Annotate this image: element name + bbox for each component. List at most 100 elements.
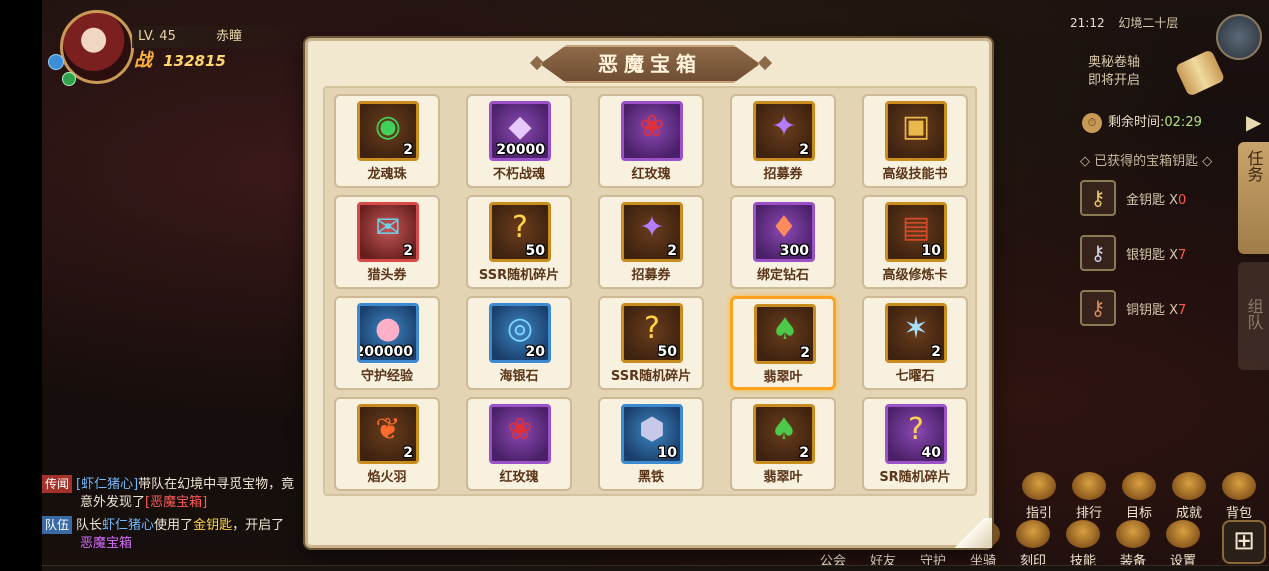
tab-team[interactable]: 组队 [1238,262,1269,370]
flame-feather-icon: ❦ 2 [357,404,419,464]
item-name: 翡翠叶 [763,470,803,485]
main-menu-grid-button[interactable]: ⊞ [1222,520,1266,564]
copper-key-icon: ⚷ [1080,290,1116,326]
clock-icon: ⏱ [1082,112,1102,133]
team-key[interactable]: 金钥匙 [193,518,232,533]
reward-item-cell[interactable]: ❀ 红玫瑰 [466,397,572,491]
keys-title-text: 已获得的宝箱钥匙 [1094,154,1199,169]
status-bar: 21:12 幻境二十层 [1070,14,1178,31]
gold-key-icon: ⚷ [1080,180,1116,216]
power-value: 132815 [163,52,226,70]
item-glyph: ◉ [374,109,402,144]
silver-key-label: 银钥匙 X [1126,248,1179,263]
scroll-note[interactable]: 奥秘卷轴 即将开启 [1088,54,1140,90]
menu-ranking[interactable]: 排行 [1064,472,1114,521]
buff-icon[interactable] [48,54,64,70]
iron-icon: ⬢ 10 [621,404,683,464]
soul-icon: ◆ 20000 [489,101,551,161]
item-glyph: ▤ [901,210,931,245]
player-level-box: LV. 45 赤瞳 [132,26,302,48]
reward-item-cell[interactable]: ✦ 2 招募券 [730,94,836,188]
player-level: LV. 45 [138,29,176,44]
silver-key-icon: ⚷ [1080,235,1116,271]
team-text3: ，开启了 [232,518,285,533]
item-count: 50 [525,243,545,259]
tab-task[interactable]: 任务 [1238,142,1269,254]
item-count: 2 [799,445,809,461]
reward-item-cell[interactable]: ✦ 2 招募券 [598,195,704,289]
menu-settings[interactable]: 设置 [1158,520,1208,569]
timer-label: 剩余时间: [1108,115,1165,130]
item-count: 20000 [496,142,545,158]
team-text2: 使用了 [154,518,194,533]
gold-key-row: ⚷ 金钥匙 X0 [1080,180,1220,216]
status-icon[interactable] [62,72,76,86]
menu-goals[interactable]: 目标 [1114,472,1164,521]
item-count: 2 [403,445,413,461]
reward-item-cell[interactable]: ▣ 高级技能书 [862,94,968,188]
rumor-text1: 带队在幻境中寻觅宝物，竟 [138,477,295,492]
reward-item-cell[interactable]: ⬢ 10 黑铁 [598,397,704,491]
ticket-icon: ✦ 2 [753,101,815,161]
item-name: 七曜石 [895,369,935,384]
minimap-avatar[interactable] [1216,14,1262,60]
menu-bag[interactable]: 背包 [1214,472,1264,521]
item-count: 10 [921,243,941,259]
item-name: 猎头券 [367,268,407,283]
team-item[interactable]: 恶魔宝箱 [42,535,317,553]
reward-item-cell[interactable]: ✶ 2 七曜石 [862,296,968,390]
page-curl-decoration [946,518,992,548]
reward-item-cell[interactable]: ♦ 300 绑定钻石 [730,195,836,289]
rumor-nick[interactable]: [虾仁猪心] [76,477,138,492]
chat-line-rumor: 传闻 [虾仁猪心]带队在幻境中寻觅宝物，竟 意外发现了[恶魔宝箱] [42,475,317,512]
item-glyph: ♦ [770,210,798,245]
dragon-pearl-icon: ◉ 2 [357,101,419,161]
item-name: 高级技能书 [882,167,948,182]
item-name: 焰火羽 [367,470,407,485]
menu-achievements-label: 成就 [1175,506,1202,521]
chat-line-team: 队伍 队长虾仁猪心使用了金钥匙，开启了 恶魔宝箱 [42,516,317,553]
bag-icon [1222,472,1256,500]
menu-engrave[interactable]: 刻印 [1008,520,1058,569]
hunter-ticket-icon: ✉ 2 [357,202,419,262]
collapse-arrow-icon[interactable]: ▶ [1246,110,1261,134]
reward-item-cell[interactable]: ♠ 2 翡翠叶 [730,397,836,491]
reward-item-cell[interactable]: ? 50 SSR随机碎片 [466,195,572,289]
menu-achievements[interactable]: 成就 [1164,472,1214,521]
copper-key-label: 铜钥匙 X [1126,303,1179,318]
item-count: 2 [799,142,809,158]
chat-panel[interactable]: 传闻 [虾仁猪心]带队在幻境中寻觅宝物，竟 意外发现了[恶魔宝箱] 队伍 队长虾仁猪… [42,475,317,553]
reward-item-cell[interactable]: ♠ 2 翡翠叶 [730,296,836,390]
reward-item-cell[interactable]: ▤ 10 高级修炼卡 [862,195,968,289]
item-count: 200000 [357,344,413,360]
rose-icon: ❀ [621,101,683,161]
copper-key-count: 7 [1178,303,1187,318]
reward-item-cell[interactable]: ✉ 2 猎头券 [334,195,440,289]
fragment-icon: ? 50 [489,202,551,262]
engrave-icon [1016,520,1050,548]
ticket-icon: ✦ 2 [621,202,683,262]
menu-guide[interactable]: 指引 [1014,472,1064,521]
item-name: SSR随机碎片 [610,369,692,384]
reward-item-cell[interactable]: ❦ 2 焰火羽 [334,397,440,491]
reward-item-cell[interactable]: ? 50 SSR随机碎片 [598,296,704,390]
reward-item-cell[interactable]: ❀ 红玫瑰 [598,94,704,188]
reward-item-cell[interactable]: ? 40 SR随机碎片 [862,397,968,491]
reward-item-cell[interactable]: ◎ 20 海银石 [466,296,572,390]
reward-item-cell[interactable]: ◆ 20000 不朽战魂 [466,94,572,188]
guide-icon [1022,472,1056,500]
gold-key-label: 金钥匙 X [1126,193,1179,208]
menu-skills[interactable]: 技能 [1058,520,1108,569]
rumor-item[interactable]: [恶魔宝箱] [145,495,207,510]
jade-leaf-icon: ♠ 2 [754,304,816,364]
achievements-icon [1172,472,1206,500]
reward-item-cell[interactable]: ● 200000 守护经验 [334,296,440,390]
menu-bag-label: 背包 [1225,506,1252,521]
reward-item-cell[interactable]: ◉ 2 龙魂珠 [334,94,440,188]
card-icon: ▤ 10 [885,202,947,262]
menu-goals-label: 目标 [1125,506,1152,521]
menu-equipment[interactable]: 装备 [1108,520,1158,569]
team-nick[interactable]: 虾仁猪心 [102,518,154,533]
item-glyph: ✉ [375,210,401,245]
scroll-note-line1: 奥秘卷轴 [1088,55,1141,70]
